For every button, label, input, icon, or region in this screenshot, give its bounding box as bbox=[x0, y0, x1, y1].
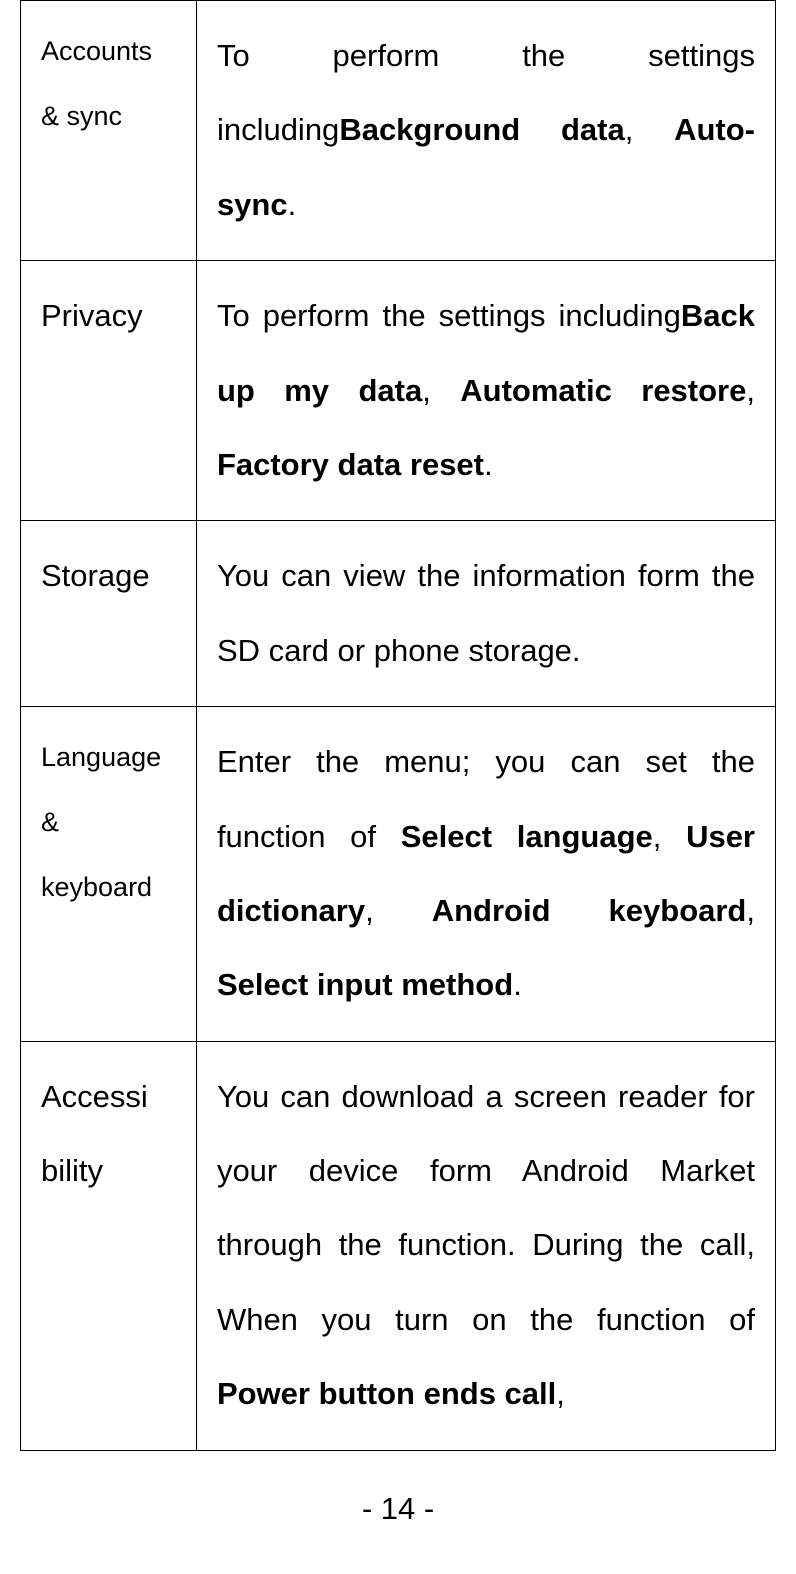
row-label: Accessi bility bbox=[21, 1041, 197, 1450]
row-description: You can view the information form the SD… bbox=[196, 521, 775, 707]
text-segment: , bbox=[556, 1376, 565, 1411]
row-label: Accounts & sync bbox=[21, 1, 197, 261]
row-description: To perform the settings includingBackgro… bbox=[196, 1, 775, 261]
row-description: To perform the settings includingBack up… bbox=[196, 261, 775, 521]
text-segment: , bbox=[746, 893, 755, 928]
table-row: Privacy To perform the settings includin… bbox=[21, 261, 776, 521]
table-row: Language & keyboard Enter the menu; you … bbox=[21, 707, 776, 1042]
text-segment: , bbox=[365, 893, 432, 928]
table-row: Storage You can view the information for… bbox=[21, 521, 776, 707]
text-segment: , bbox=[422, 373, 460, 408]
row-label: Storage bbox=[21, 521, 197, 707]
table-row: Accessi bility You can download a screen… bbox=[21, 1041, 776, 1450]
text-segment: . bbox=[513, 967, 522, 1002]
table-row: Accounts & sync To perform the settings … bbox=[21, 1, 776, 261]
bold-text: Android keyboard bbox=[432, 893, 747, 928]
bold-text: Factory data reset bbox=[217, 447, 484, 482]
bold-text: Select input method bbox=[217, 967, 513, 1002]
row-label: Language & keyboard bbox=[21, 707, 197, 1042]
bold-text: Select language bbox=[401, 819, 653, 854]
bold-text: Automatic restore bbox=[460, 373, 746, 408]
text-segment: To perform the settings including bbox=[217, 298, 681, 333]
text-segment: , bbox=[653, 819, 686, 854]
row-label: Privacy bbox=[21, 261, 197, 521]
row-description: Enter the menu; you can set the function… bbox=[196, 707, 775, 1042]
bold-text: Background data bbox=[339, 112, 624, 147]
bold-text: Power button ends call bbox=[217, 1376, 556, 1411]
text-segment: You can download a screen reader for you… bbox=[217, 1079, 755, 1337]
text-segment: , bbox=[746, 373, 755, 408]
text-segment: You can view the information form the SD… bbox=[217, 558, 755, 667]
page-number: - 14 - bbox=[0, 1491, 796, 1527]
text-segment: , bbox=[625, 112, 674, 147]
settings-table: Accounts & sync To perform the settings … bbox=[20, 0, 776, 1451]
text-segment: . bbox=[288, 187, 297, 222]
row-description: You can download a screen reader for you… bbox=[196, 1041, 775, 1450]
text-segment: . bbox=[484, 447, 493, 482]
